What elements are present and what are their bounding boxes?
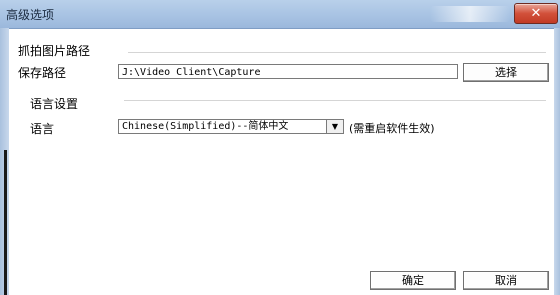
language-select[interactable]: Chinese(Simplified)--简体中文 ▼	[118, 119, 344, 134]
save-path-field[interactable]: J:\Video Client\Capture	[118, 64, 458, 79]
background-window-edge	[4, 150, 7, 295]
capture-section-divider	[128, 52, 546, 54]
browse-button[interactable]: 选择	[463, 63, 549, 82]
title-bar-glow	[430, 6, 510, 22]
language-select-value: Chinese(Simplified)--简体中文	[122, 121, 289, 132]
chevron-down-icon: ▼	[331, 122, 339, 131]
close-button[interactable]: ✕	[514, 3, 558, 24]
close-icon: ✕	[530, 6, 542, 21]
ok-button[interactable]: 确定	[370, 271, 456, 290]
save-path-label: 保存路径	[18, 66, 67, 80]
language-section-divider	[124, 100, 546, 102]
language-label: 语言	[30, 122, 55, 136]
window-frame-right	[554, 28, 560, 295]
advanced-options-dialog: 高级选项 ✕ 抓拍图片路径 保存路径 J:\Video Client\Captu…	[0, 0, 560, 295]
capture-section-header: 抓拍图片路径	[18, 44, 91, 58]
window-title: 高级选项	[6, 8, 55, 22]
cancel-button[interactable]: 取消	[463, 271, 549, 290]
restart-required-note: (需重启软件生效)	[349, 122, 435, 135]
language-section-header: 语言设置	[30, 97, 79, 111]
dropdown-arrow-button[interactable]: ▼	[326, 120, 343, 133]
title-bar[interactable]: 高级选项 ✕	[0, 0, 560, 29]
